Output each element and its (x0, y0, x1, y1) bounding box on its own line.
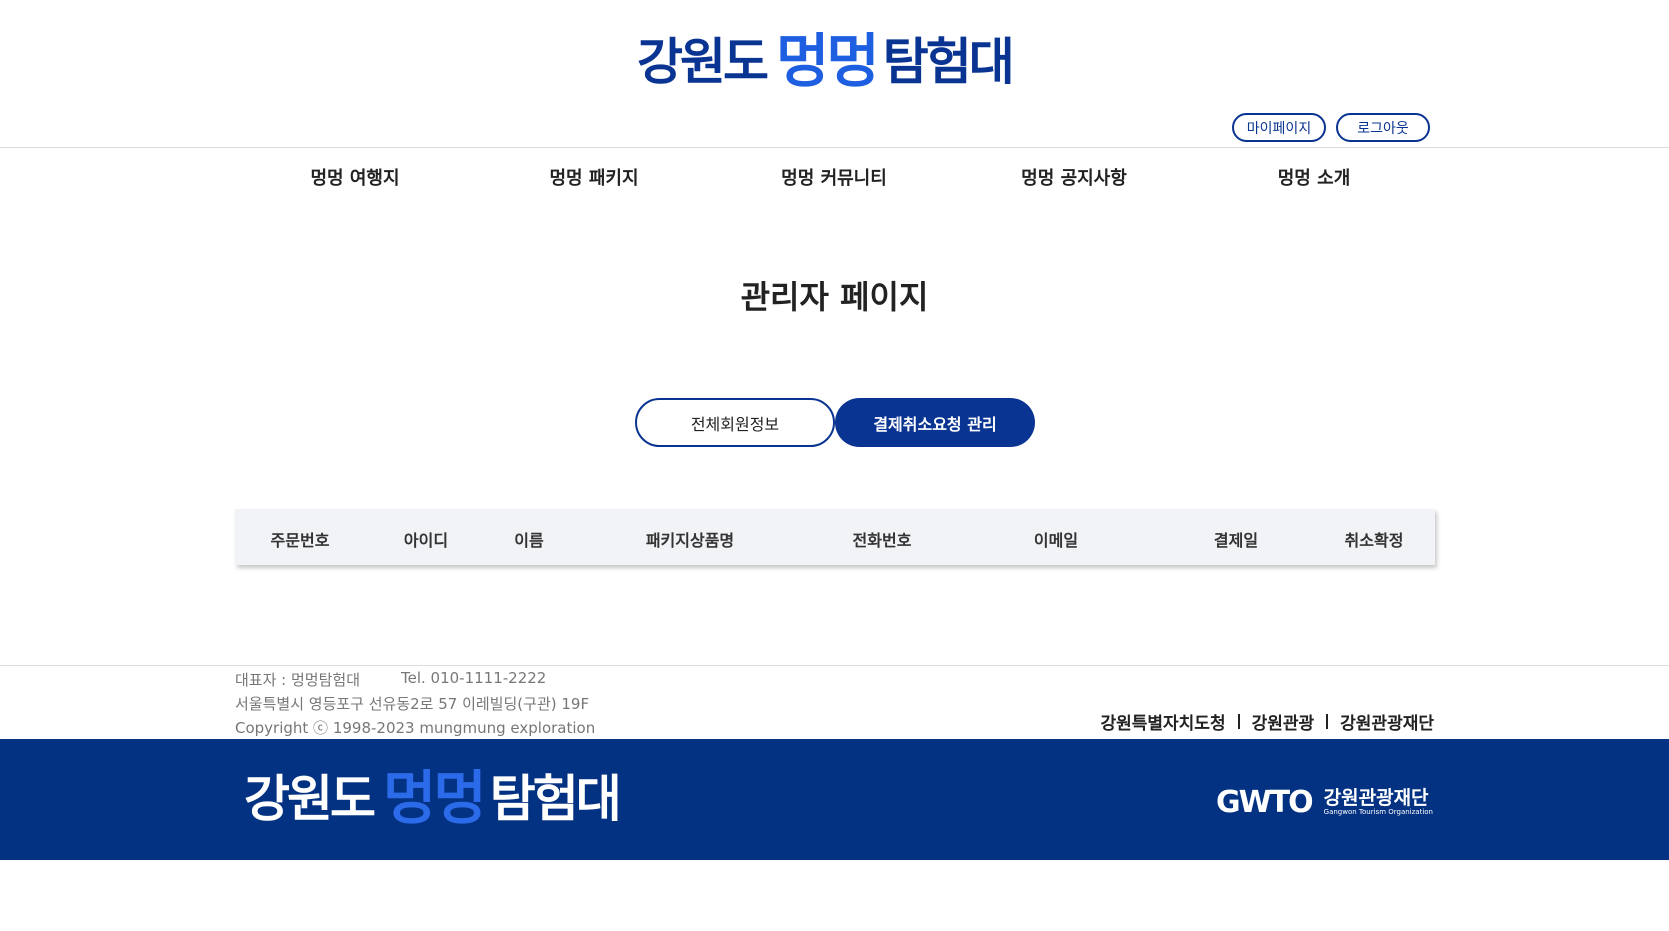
nav-item-notices[interactable]: 멍멍 공지사항 (1021, 164, 1127, 190)
nav-item-about[interactable]: 멍멍 소개 (1278, 164, 1351, 190)
footer-logo: 강원도 멍멍 탐험대 (244, 764, 622, 832)
nav-item-packages[interactable]: 멍멍 패키지 (549, 164, 638, 190)
footer-link-tourism[interactable]: 강원관광 (1252, 709, 1315, 734)
nav-item-community[interactable]: 멍멍 커뮤니티 (781, 164, 887, 190)
footer-address: 서울특별시 영등포구 선유동2로 57 이레빌딩(구관) 19F (235, 695, 590, 713)
page-title: 관리자 페이지 (740, 278, 929, 316)
nav-item-destinations[interactable]: 멍멍 여행지 (310, 164, 399, 190)
gwto-name-en: Gangwon Tourism Organization (1323, 808, 1433, 816)
site-logo[interactable]: 강원도 멍멍 탐험대 (637, 26, 1015, 96)
footer-tel: Tel. 010-1111-2222 (401, 669, 547, 687)
refund-table-header: 주문번호 아이디 이름 패키지상품명 전화번호 이메일 결제일 취소확정 (235, 509, 1435, 565)
tab-all-members[interactable]: 전체회원정보 (635, 398, 835, 447)
site-header: 강원도 멍멍 탐험대 마이페이지 로그아웃 (0, 0, 1669, 148)
footer-link-province[interactable]: 강원특별자치도청 (1100, 709, 1225, 734)
column-header-user-id: 아이디 (403, 531, 449, 550)
gwto-logo[interactable]: GWTO 강원관광재단 Gangwon Tourism Organization (1216, 785, 1433, 820)
footer-link-divider (1237, 714, 1240, 729)
mypage-button[interactable]: 마이페이지 (1232, 113, 1326, 142)
column-header-cancel-confirm: 취소확정 (1344, 531, 1404, 550)
logout-button[interactable]: 로그아웃 (1336, 113, 1430, 142)
footer-copyright: Copyright ⓒ 1998-2023 mungmung explorati… (235, 719, 596, 737)
footer-logo-mungmung: 멍멍 (383, 764, 487, 832)
column-header-order-number: 주문번호 (270, 531, 330, 550)
footer-band: 강원도 멍멍 탐험대 GWTO 강원관광재단 Gangwon Tourism O… (0, 739, 1669, 860)
logo-text-gangwondo: 강원도 (637, 33, 769, 91)
footer-links: 강원특별자치도청 강원관광 강원관광재단 (1100, 709, 1434, 734)
footer-logo-tamheomdae: 탐험대 (489, 770, 622, 828)
footer-link-foundation[interactable]: 강원관광재단 (1340, 709, 1434, 734)
tab-refund-requests[interactable]: 결제취소요청 관리 (835, 398, 1035, 447)
column-header-payment-date: 결제일 (1213, 531, 1259, 550)
footer-link-divider (1326, 714, 1329, 729)
column-header-phone: 전화번호 (852, 531, 912, 550)
gwto-mark: GWTO (1215, 785, 1314, 820)
column-header-name: 이름 (514, 531, 544, 550)
logo-text-tamheomdae: 탐험대 (882, 33, 1015, 91)
logo-text-mungmung: 멍멍 (776, 27, 880, 95)
column-header-email: 이메일 (1033, 531, 1079, 550)
footer-info: 대표자 : 멍멍탐험대 Tel. 010-1111-2222 서울특별시 영등포… (0, 665, 1669, 739)
main-nav: 멍멍 여행지 멍멍 패키지 멍멍 커뮤니티 멍멍 공지사항 멍멍 소개 (0, 148, 1669, 208)
footer-representative: 대표자 : 멍멍탐험대 (235, 671, 360, 689)
column-header-package: 패키지상품명 (645, 531, 735, 550)
footer-logo-gangwondo: 강원도 (244, 770, 376, 828)
gwto-name-kr: 강원관광재단 (1323, 787, 1429, 809)
